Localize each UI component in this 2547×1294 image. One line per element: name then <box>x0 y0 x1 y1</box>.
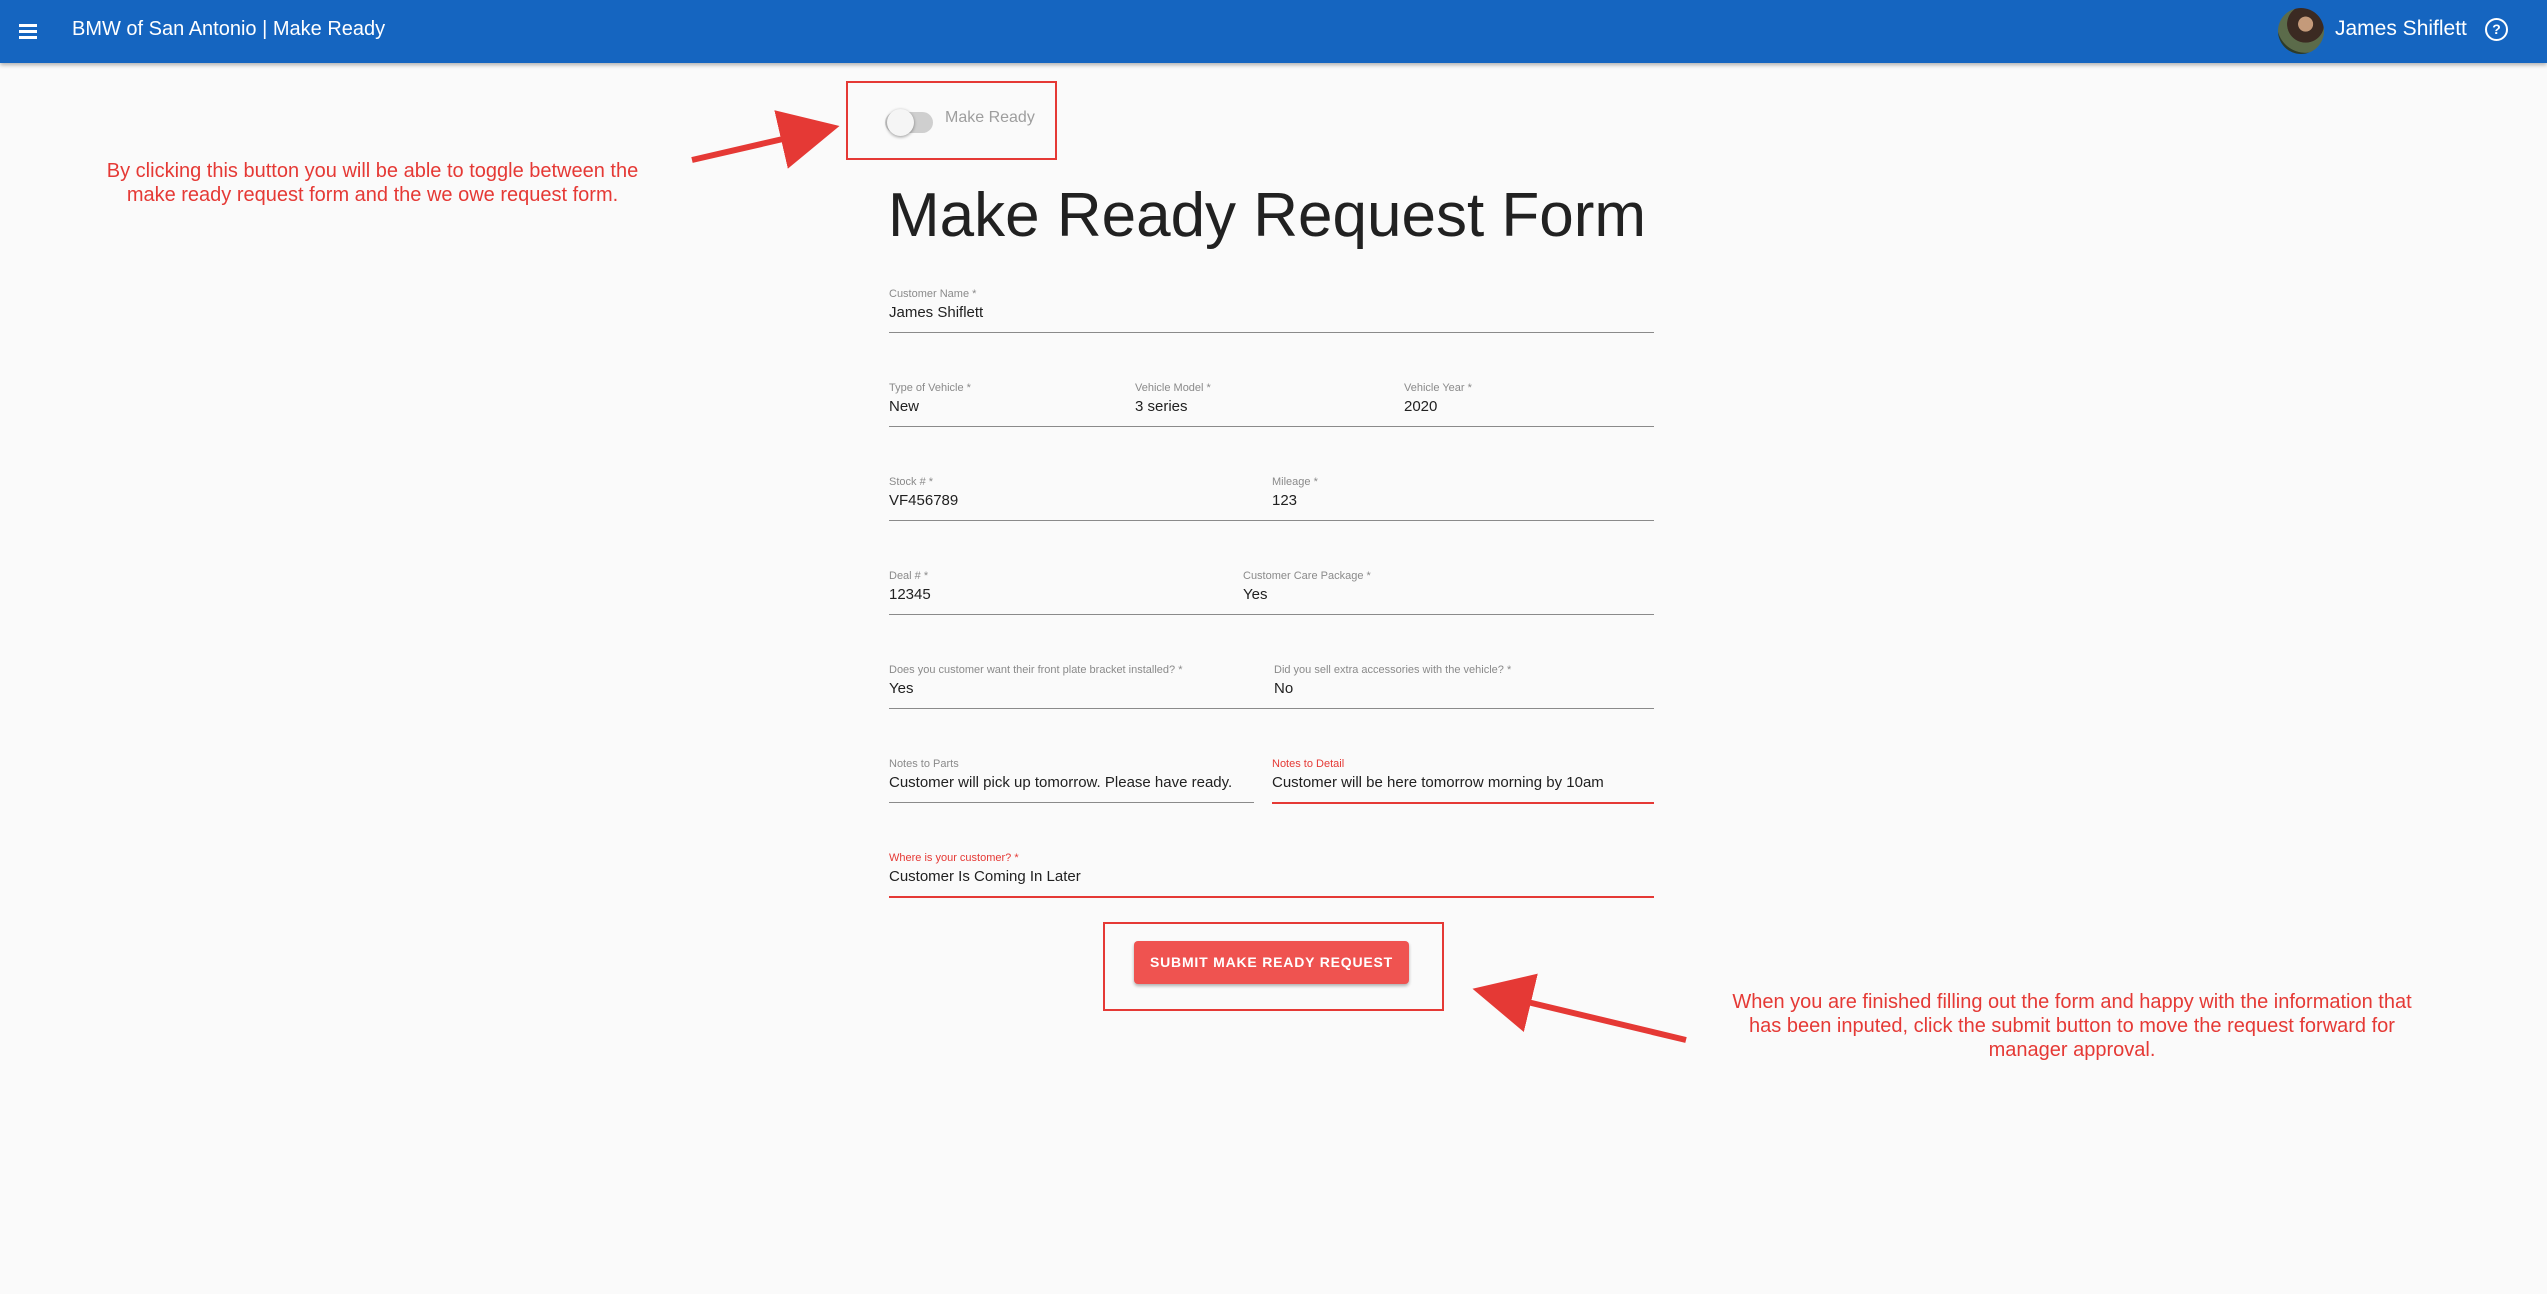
customer-care-package-value: Yes <box>1243 586 1268 603</box>
submit-arrow <box>1472 973 1687 1043</box>
extra-accessories-value: No <box>1274 680 1294 697</box>
customer-location-value: Customer Is Coming In Later <box>889 868 1081 885</box>
customer-care-package-label: Customer Care Package * <box>1243 570 1371 582</box>
toggle-label: Make Ready <box>945 109 1035 126</box>
extra-accessories-select[interactable]: Did you sell extra accessories with the … <box>1274 664 1654 709</box>
notes-to-parts-value: Customer will pick up tomorrow. Please h… <box>889 774 1233 791</box>
vehicle-year-field[interactable]: Vehicle Year * 2020 <box>1404 382 1654 427</box>
deal-number-value: 12345 <box>889 586 931 603</box>
front-plate-bracket-value: Yes <box>889 680 914 697</box>
toggle-annotation: By clicking this button you will be able… <box>106 160 639 206</box>
notes-to-detail-label: Notes to Detail <box>1272 758 1345 770</box>
vehicle-model-label: Vehicle Model * <box>1135 382 1211 394</box>
type-of-vehicle-value: New <box>889 398 920 415</box>
stock-number-label: Stock # * <box>889 476 934 488</box>
toggle-thumb <box>887 109 914 136</box>
mileage-value: 123 <box>1272 492 1298 509</box>
vehicle-model-field[interactable]: Vehicle Model * 3 series <box>1135 382 1385 427</box>
customer-location-field[interactable]: Where is your customer? * Customer Is Co… <box>889 852 1654 898</box>
customer-care-package-select[interactable]: Customer Care Package * Yes <box>1243 570 1654 615</box>
toggle-arrow <box>691 110 840 169</box>
form-title: Make Ready Request Form <box>888 181 1647 250</box>
vehicle-model-value: 3 series <box>1135 398 1188 415</box>
submit-annotation: When you are finished filling out the fo… <box>1732 991 2412 1061</box>
vehicle-year-label: Vehicle Year * <box>1404 382 1472 394</box>
notes-to-parts-label: Notes to Parts <box>889 758 959 770</box>
notes-to-detail-field[interactable]: Notes to Detail Customer will be here to… <box>1272 758 1654 804</box>
customer-name-label: Customer Name * <box>889 288 977 300</box>
mileage-label: Mileage * <box>1272 476 1318 488</box>
extra-accessories-label: Did you sell extra accessories with the … <box>1274 664 1512 676</box>
make-ready-toggle[interactable]: Make Ready <box>884 103 1064 137</box>
submit-make-ready-button[interactable]: SUBMIT MAKE READY REQUEST <box>1134 941 1409 984</box>
customer-name-field[interactable]: Customer Name * James Shiflett <box>889 288 1654 333</box>
deal-number-label: Deal # * <box>889 570 929 582</box>
customer-name-value: James Shiflett <box>889 304 984 321</box>
notes-to-parts-field[interactable]: Notes to Parts Customer will pick up tom… <box>889 758 1254 803</box>
front-plate-bracket-label: Does you customer want their front plate… <box>889 664 1183 676</box>
customer-location-label: Where is your customer? * <box>889 852 1019 864</box>
vehicle-year-value: 2020 <box>1404 398 1438 415</box>
stock-number-value: VF456789 <box>889 492 959 509</box>
mileage-field[interactable]: Mileage * 123 <box>1272 476 1654 521</box>
type-of-vehicle-label: Type of Vehicle * <box>889 382 971 394</box>
notes-to-detail-value: Customer will be here tomorrow morning b… <box>1272 774 1604 791</box>
